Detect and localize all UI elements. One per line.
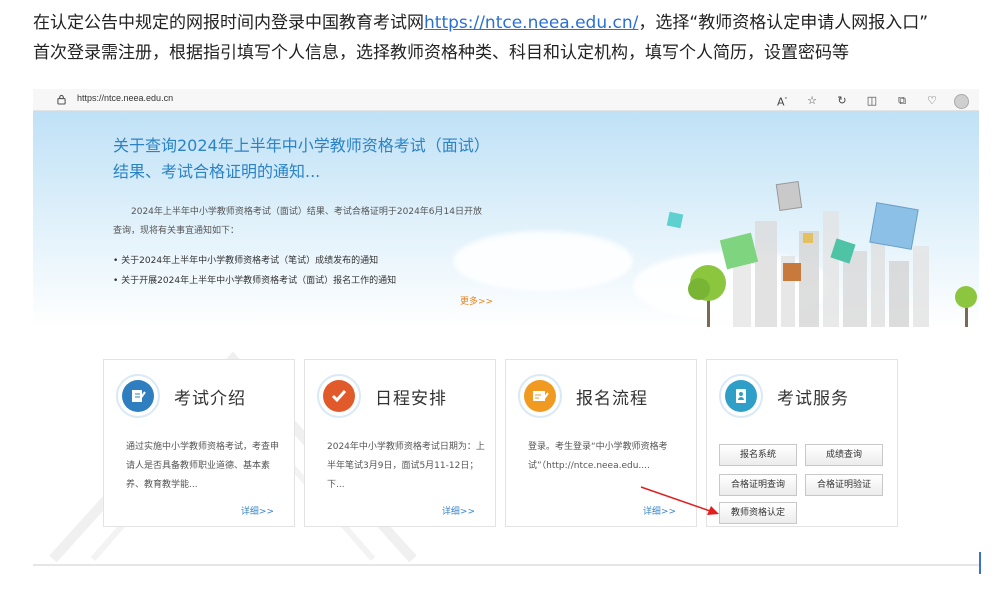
score-query-button[interactable]: 成绩查询	[805, 444, 883, 466]
card-description: 2024年中小学教师资格考试日期为：上半年笔试3月9日，面试5月11-12日；下…	[327, 442, 485, 490]
certificate-verify-button[interactable]: 合格证明验证	[805, 474, 883, 496]
browser-address-bar[interactable]: https://ntce.neea.edu.cn Aⁿ ☆ ↻ ◫ ⧉ ♡	[33, 89, 979, 111]
extensions-icon[interactable]: ♡	[924, 93, 940, 109]
details-link[interactable]: 详细>>	[442, 504, 475, 517]
news-item[interactable]: 关于开展2024年上半年中小学教师资格考试（面试）报名工作的通知	[113, 271, 493, 291]
favorite-star-icon[interactable]: ☆	[804, 93, 820, 109]
card-title: 考试服务	[777, 389, 849, 409]
details-link[interactable]: 详细>>	[241, 504, 274, 517]
checkmark-icon	[331, 390, 347, 403]
card-title: 日程安排	[375, 389, 447, 409]
intro-line-1-start: 在认定公告中规定的网报时间内登录中国教育考试网	[33, 13, 424, 33]
news-list: 关于2024年上半年中小学教师资格考试（笔试）成绩发布的通知 关于开展2024年…	[113, 251, 493, 291]
document-edit-icon	[132, 390, 146, 402]
form-edit-icon	[533, 391, 549, 401]
lock-icon	[57, 94, 66, 105]
schedule-icon	[317, 374, 361, 418]
split-screen-icon[interactable]: ◫	[864, 93, 880, 109]
registration-system-button[interactable]: 报名系统	[719, 444, 797, 466]
text-cursor	[979, 552, 981, 574]
intro-line-2: 首次登录需注册，根据指引填写个人信息，选择教师资格种类、科目和认定机构，填写个人…	[33, 43, 849, 63]
tree-right	[955, 286, 977, 327]
id-card-icon	[736, 389, 746, 403]
address-url[interactable]: https://ntce.neea.edu.cn	[77, 93, 173, 103]
exam-services-icon	[719, 374, 763, 418]
exam-services-card: 考试服务 报名系统 成绩查询 合格证明查询 合格证明验证 教师资格认定	[706, 359, 898, 527]
ntce-link[interactable]: https://ntce.neea.edu.cn/	[424, 13, 638, 33]
city-illustration	[666, 181, 977, 327]
card-title: 报名流程	[576, 389, 648, 409]
news-headline[interactable]: 关于查询2024年上半年中小学教师资格考试（面试）结果、考试合格证明的通知...	[113, 133, 483, 185]
card-description: 登录。考生登录“中小学教师资格考试”（http://ntce.neea.edu.…	[528, 442, 668, 471]
news-item[interactable]: 关于2024年上半年中小学教师资格考试（笔试）成绩发布的通知	[113, 251, 493, 271]
news-description: 2024年上半年中小学教师资格考试（面试）结果、考试合格证明于2024年6月14…	[113, 207, 482, 236]
website-screenshot: https://ntce.neea.edu.cn Aⁿ ☆ ↻ ◫ ⧉ ♡ 关于…	[33, 89, 979, 574]
schedule-card[interactable]: 日程安排 2024年中小学教师资格考试日期为：上半年笔试3月9日，面试5月11-…	[304, 359, 496, 527]
read-aloud-icon[interactable]: Aⁿ	[774, 92, 790, 111]
news-banner: 关于查询2024年上半年中小学教师资格考试（面试）结果、考试合格证明的通知...…	[33, 111, 979, 327]
exam-intro-card[interactable]: 考试介绍 通过实施中小学教师资格考试，考查申请人是否具备教师职业道德、基本素养、…	[103, 359, 295, 527]
exam-intro-icon	[116, 374, 160, 418]
collections-icon[interactable]: ⧉	[894, 93, 910, 109]
tree-left	[688, 265, 726, 327]
intro-text: 在认定公告中规定的网报时间内登录中国教育考试网https://ntce.neea…	[33, 8, 983, 68]
card-description: 通过实施中小学教师资格考试，考查申请人是否具备教师职业道德、基本素养、教育教学能…	[126, 442, 280, 490]
red-arrow-annotation	[640, 486, 719, 515]
card-title: 考试介绍	[174, 389, 246, 409]
intro-line-1: 在认定公告中规定的网报时间内登录中国教育考试网https://ntce.neea…	[33, 8, 983, 38]
refresh-icon[interactable]: ↻	[834, 93, 850, 109]
profile-avatar-icon[interactable]	[954, 93, 969, 109]
registration-icon	[518, 374, 562, 418]
section-divider	[33, 564, 979, 566]
more-news-link[interactable]: 更多>>	[460, 294, 493, 307]
intro-line-1-end: ，选择“教师资格认定申请人网报入口”	[638, 13, 929, 33]
